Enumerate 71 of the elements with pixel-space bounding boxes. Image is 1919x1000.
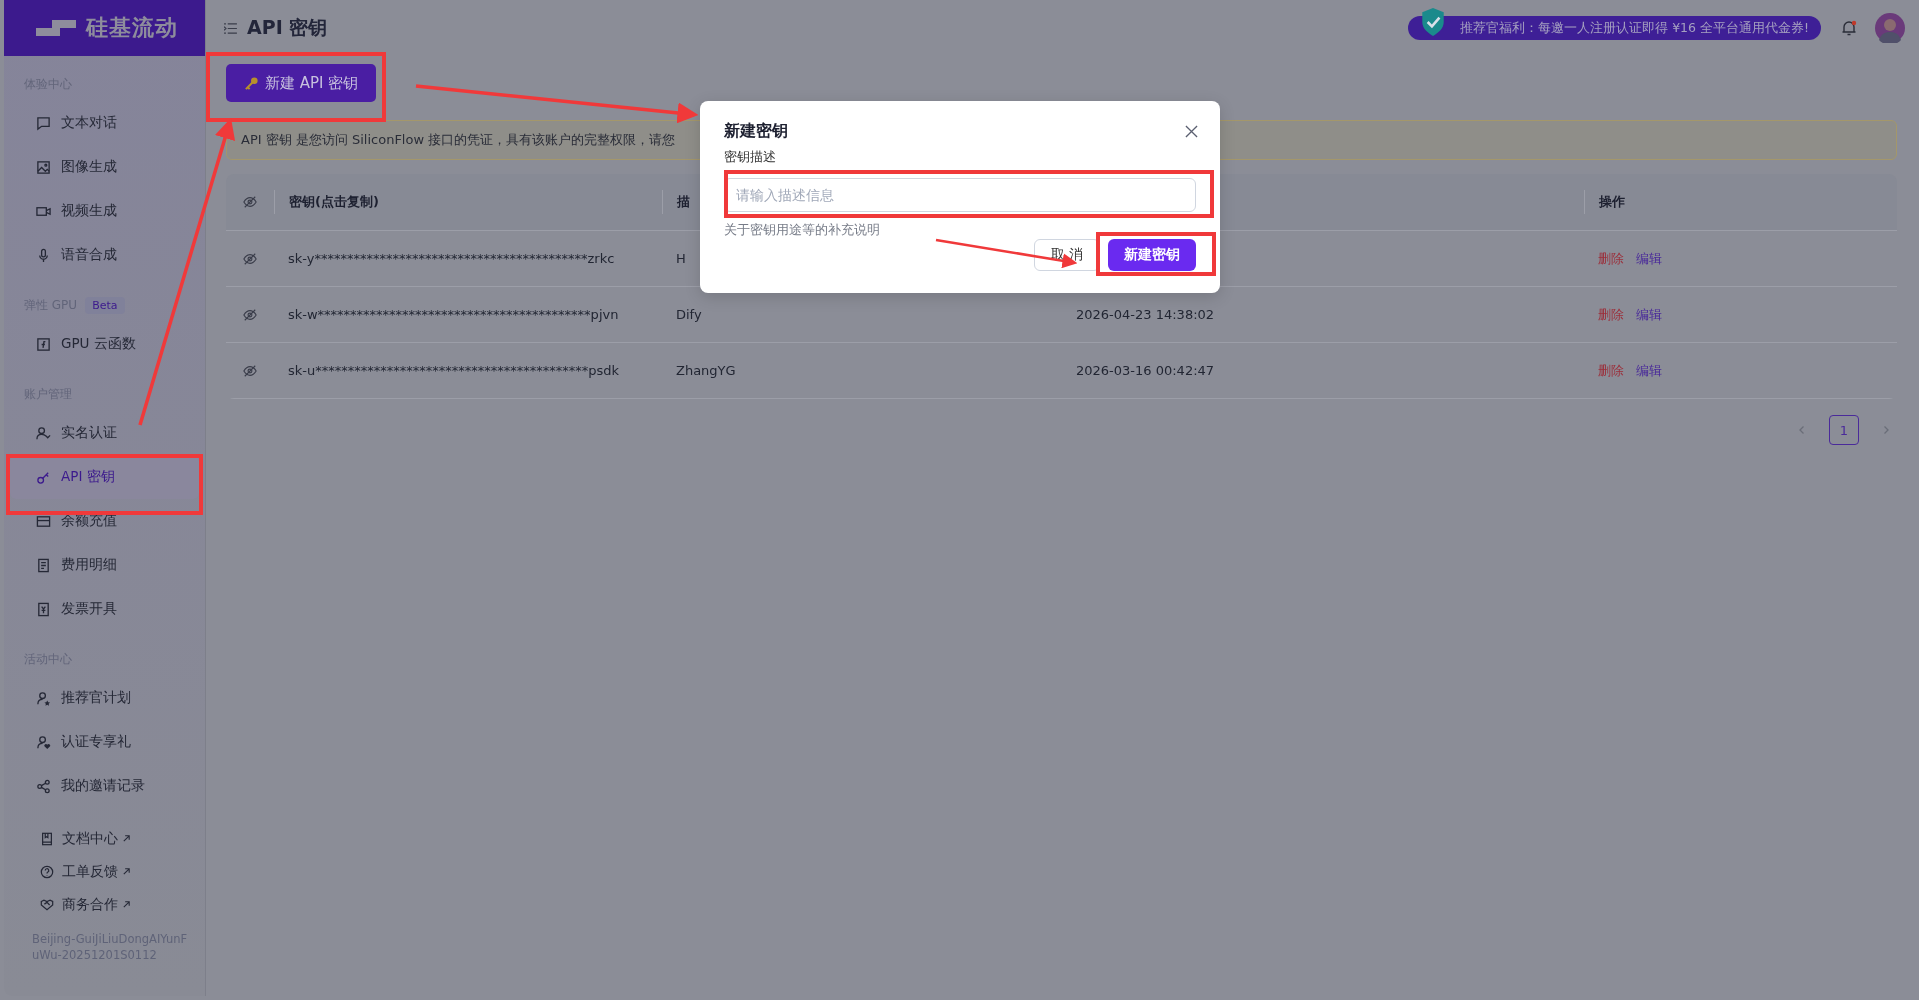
card-icon xyxy=(36,513,51,529)
new-api-key-button[interactable]: 新建 API 密钥 xyxy=(226,64,377,102)
book-icon xyxy=(40,831,54,846)
field-label: 密钥描述 xyxy=(724,148,776,166)
column-header: 操作 xyxy=(1599,193,1625,211)
bell-icon[interactable] xyxy=(1841,20,1857,36)
delete-link[interactable]: 删除 xyxy=(1598,305,1624,324)
api-key[interactable]: sk-y******************************************zrkc xyxy=(288,251,615,266)
field-help: 关于密钥用途等的补充说明 xyxy=(724,221,880,239)
key-description: H xyxy=(676,251,686,266)
key-description: ZhangYG xyxy=(676,363,736,378)
shield-check-icon xyxy=(1420,7,1447,37)
sidebar-item[interactable]: 文本对话 xyxy=(10,101,199,145)
notice-text: API 密钥 是您访问 SiliconFlow 接口的凭证，具有该账户的完整权限，请您 xyxy=(241,131,676,149)
menu-icon[interactable] xyxy=(224,22,237,34)
sidebar-item[interactable]: 我的邀请记录 xyxy=(10,764,199,808)
column-header: 密钥(点击复制) xyxy=(289,193,379,211)
delete-link[interactable]: 删除 xyxy=(1598,361,1624,380)
edit-link[interactable]: 编辑 xyxy=(1636,305,1662,324)
share-icon xyxy=(36,778,51,794)
external-arrow-icon xyxy=(122,867,131,876)
sidebar-item[interactable]: 语音合成 xyxy=(10,233,199,277)
logo-icon xyxy=(36,20,76,36)
delete-link[interactable]: 删除 xyxy=(1598,249,1624,268)
eye-off-icon[interactable] xyxy=(243,251,257,266)
promo-banner[interactable]: 推荐官福利：每邀一人注册认证即得 ¥16 全平台通用代金券! xyxy=(1408,16,1821,40)
user-heart-icon xyxy=(36,734,51,750)
sidebar-item[interactable]: 余额充值 xyxy=(10,499,199,543)
key-icon xyxy=(244,75,259,91)
create-key-button[interactable]: 新建密钥 xyxy=(1108,239,1196,271)
logo-text: 硅基流动 xyxy=(86,14,178,42)
sidebar-item[interactable]: 发票开具 xyxy=(10,587,199,631)
external-arrow-icon xyxy=(122,900,131,909)
created-time: 2026-04-23 14:38:02 xyxy=(1076,307,1215,322)
close-icon[interactable] xyxy=(1185,125,1198,138)
chat-icon xyxy=(36,115,51,131)
column-header: 描 xyxy=(677,193,690,211)
sidebar-item[interactable]: 费用明细 xyxy=(10,543,199,587)
mic-icon xyxy=(36,247,51,263)
eye-off-icon[interactable] xyxy=(243,363,257,378)
eye-off-icon[interactable] xyxy=(243,195,257,209)
created-time: 2026-03-16 00:42:47 xyxy=(1076,363,1215,378)
user-star-icon xyxy=(36,690,51,706)
sidebar-item[interactable]: GPU 云函数 xyxy=(10,322,199,366)
external-link[interactable]: 商务合作 xyxy=(10,888,199,921)
sidebar-item[interactable]: 视频生成 xyxy=(10,189,199,233)
page-number[interactable]: 1 xyxy=(1829,415,1859,445)
key-description: Dify xyxy=(676,307,702,322)
beta-badge: Beta xyxy=(85,297,125,314)
edit-link[interactable]: 编辑 xyxy=(1636,249,1662,268)
fn-icon xyxy=(36,336,51,352)
help-icon xyxy=(40,864,54,879)
sidebar-item[interactable]: API 密钥 xyxy=(10,455,199,499)
avatar[interactable] xyxy=(1875,13,1905,43)
invoice-icon xyxy=(36,601,51,617)
dialog-title: 新建密钥 xyxy=(724,121,788,142)
user-check-icon xyxy=(36,425,51,441)
sidebar-item[interactable]: 图像生成 xyxy=(10,145,199,189)
external-link[interactable]: 工单反馈 xyxy=(10,855,199,888)
api-key[interactable]: sk-w******************************************pjvn xyxy=(288,307,619,322)
eye-off-icon[interactable] xyxy=(243,307,257,322)
edit-link[interactable]: 编辑 xyxy=(1636,361,1662,380)
external-link[interactable]: 文档中心 xyxy=(10,822,199,855)
sidebar-item[interactable]: 认证专享礼 xyxy=(10,720,199,764)
sidebar-item[interactable]: 实名认证 xyxy=(10,411,199,455)
doc-icon xyxy=(36,557,51,573)
sidebar-item[interactable]: 推荐官计划 xyxy=(10,676,199,720)
api-key[interactable]: sk-u******************************************psdk xyxy=(288,363,620,378)
external-arrow-icon xyxy=(122,834,131,843)
page-title: API 密钥 xyxy=(247,15,328,40)
image-icon xyxy=(36,159,51,175)
